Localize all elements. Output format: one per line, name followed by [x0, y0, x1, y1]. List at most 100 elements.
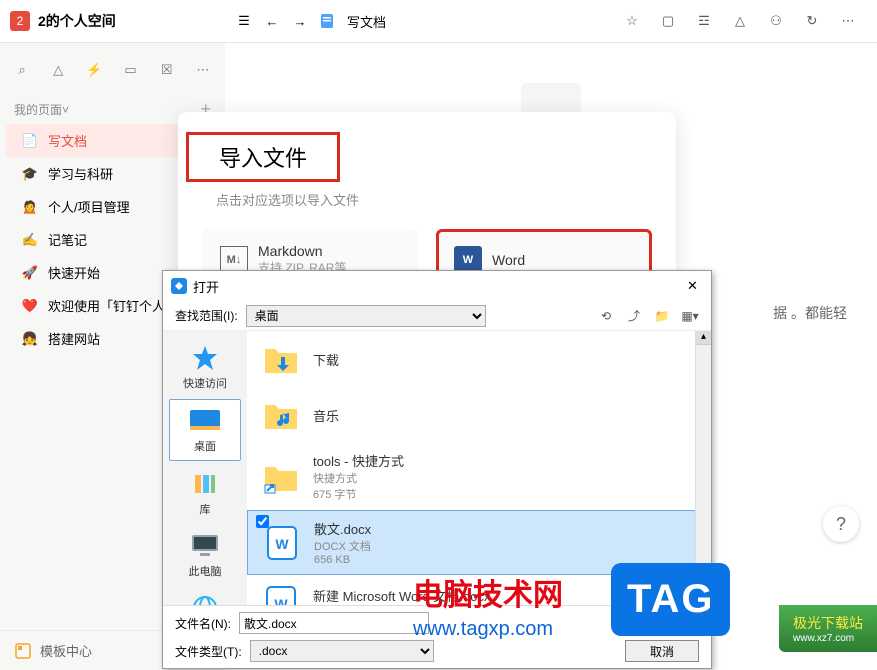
import-modal-title: 导入文件 — [186, 132, 340, 182]
watermark-red: 电脑技术网 — [413, 570, 563, 614]
place-desktop[interactable]: 桌面 — [169, 399, 241, 461]
rocket-icon: 🚀 — [20, 265, 40, 281]
jg-text: 极光下载站 — [793, 615, 863, 631]
new-folder-icon[interactable]: 📁 — [653, 307, 671, 325]
sidebar-item-label: 记笔记 — [48, 230, 87, 249]
close-icon[interactable]: ✕ — [687, 278, 703, 294]
comment-icon[interactable]: ▢ — [659, 12, 677, 30]
desktop-icon — [187, 406, 223, 436]
more-icon[interactable]: ⋯ — [839, 12, 857, 30]
bolt-icon[interactable]: ⚡ — [86, 61, 102, 79]
sidebar-item-label: 快速开始 — [48, 263, 100, 282]
quickaccess-icon — [187, 343, 223, 373]
import-modal-subtitle: 点击对应选项以导入文件 — [178, 190, 676, 209]
file-name: tools - 快捷方式 — [313, 451, 404, 470]
place-thispc[interactable]: 此电脑 — [169, 525, 241, 585]
dialog-toolbar: ⟲ ⤴ 📁 ▦▾ — [597, 307, 699, 325]
sidebar-item-label: 搭建网站 — [48, 329, 100, 348]
grad-cap-icon: 🎓 — [20, 166, 40, 182]
place-label: 快速访问 — [171, 375, 239, 391]
place-network[interactable]: 网络 — [169, 587, 241, 605]
user-icon[interactable]: ⚇ — [767, 12, 785, 30]
workspace-header: 2 2的个人空间 — [0, 11, 225, 31]
file-type: DOCX 文档 — [314, 538, 371, 554]
workspace-title: 2的个人空间 — [38, 11, 116, 31]
person-icon: 🙍 — [20, 199, 40, 215]
doc-icon: 📄 — [20, 133, 40, 149]
jg-domain: www.xz7.com — [793, 633, 863, 644]
chat-icon[interactable]: ☲ — [695, 12, 713, 30]
sidebar-tools: ⌕ △ ⚡ ▭ ☒ ⋯ — [0, 53, 225, 95]
network-icon — [187, 593, 223, 605]
place-label: 桌面 — [172, 438, 238, 454]
filename-label: 文件名(N): — [175, 615, 231, 632]
places-bar: 快速访问 桌面 库 此电脑 网络 — [163, 331, 247, 605]
folder-download-icon — [261, 339, 301, 379]
file-size: 675 字节 — [313, 486, 404, 502]
breadcrumb-title: 写文档 — [347, 12, 386, 31]
search-icon[interactable]: ⌕ — [14, 61, 30, 79]
menu-icon[interactable]: ☰ — [235, 12, 253, 30]
star-icon[interactable]: ☆ — [623, 12, 641, 30]
dialog-titlebar: 打开 ✕ — [163, 271, 711, 301]
watermark-tag: TAG — [611, 563, 730, 636]
cancel-button[interactable]: 取消 — [625, 640, 699, 662]
ellipsis-icon[interactable]: ⋯ — [195, 61, 211, 79]
doc-icon — [319, 12, 337, 30]
chevron-down-icon: ˅ — [62, 103, 69, 117]
watermark-jiguang: 极光下载站 www.xz7.com — [779, 605, 877, 652]
view-menu-icon[interactable]: ▦▾ — [681, 307, 699, 325]
file-name: 音乐 — [313, 406, 339, 425]
workspace-badge: 2 — [10, 11, 30, 31]
topbar-actions: ☆ ▢ ☲ △ ⚇ ↻ ⋯ — [603, 12, 877, 30]
writing-icon: ✍️ — [20, 232, 40, 248]
scroll-up-icon[interactable]: ▴ — [696, 331, 711, 345]
history-icon[interactable]: ↻ — [803, 12, 821, 30]
lookin-row: 查找范围(I): 桌面 ⟲ ⤴ 📁 ▦▾ — [163, 301, 711, 331]
place-libraries[interactable]: 库 — [169, 463, 241, 523]
girl-icon: 👧 — [20, 331, 40, 347]
lookin-label: 查找范围(I): — [175, 307, 238, 324]
file-name: 下载 — [313, 350, 339, 369]
back-icon[interactable]: ⟲ — [597, 307, 615, 325]
filename-input[interactable] — [239, 612, 429, 634]
sidebar-item-label: 个人/项目管理 — [48, 197, 130, 216]
docx-icon: W — [261, 583, 301, 605]
forward-icon[interactable]: → — [291, 12, 309, 30]
back-icon[interactable]: ← — [263, 12, 281, 30]
triangle-icon[interactable]: △ — [50, 61, 66, 79]
help-button[interactable]: ? — [823, 506, 859, 542]
app-icon — [171, 278, 187, 294]
file-item[interactable]: 音乐 — [247, 387, 711, 443]
markdown-title: Markdown — [258, 243, 346, 259]
library-icon — [187, 469, 223, 499]
word-title: Word — [492, 252, 525, 268]
svg-text:W: W — [274, 596, 288, 605]
card-icon[interactable]: ▭ — [123, 61, 139, 79]
up-icon[interactable]: ⤴ — [625, 307, 643, 325]
template-center-label: 模板中心 — [40, 641, 92, 660]
background-text: 据 。都能轻 — [773, 303, 847, 323]
file-item[interactable]: tools - 快捷方式 快捷方式 675 字节 — [247, 443, 711, 510]
filetype-dropdown[interactable]: .docx — [250, 640, 435, 662]
svg-text:W: W — [275, 536, 289, 552]
place-label: 此电脑 — [171, 563, 239, 579]
shortcut-icon — [261, 457, 301, 497]
filetype-label: 文件类型(T): — [175, 643, 242, 660]
place-label: 库 — [171, 501, 239, 517]
file-item[interactable]: 下载 — [247, 331, 711, 387]
file-type: 快捷方式 — [313, 470, 404, 486]
template-icon — [14, 642, 32, 660]
file-name: 散文.docx — [314, 519, 371, 538]
place-quickaccess[interactable]: 快速访问 — [169, 337, 241, 397]
file-size: 656 KB — [314, 554, 371, 566]
inbox-icon[interactable]: ☒ — [159, 61, 175, 79]
lookin-dropdown[interactable]: 桌面 — [246, 305, 486, 327]
sidebar-section-label: 我的页面 — [14, 101, 62, 118]
nav-controls: ☰ ← → 写文档 — [225, 12, 396, 31]
share-icon[interactable]: △ — [731, 12, 749, 30]
top-bar: 2 2的个人空间 ☰ ← → 写文档 ☆ ▢ ☲ △ ⚇ ↻ ⋯ — [0, 0, 877, 43]
watermark-blue: www.tagxp.com — [413, 618, 553, 641]
pc-icon — [187, 531, 223, 561]
heart-icon: ❤️ — [20, 298, 40, 314]
